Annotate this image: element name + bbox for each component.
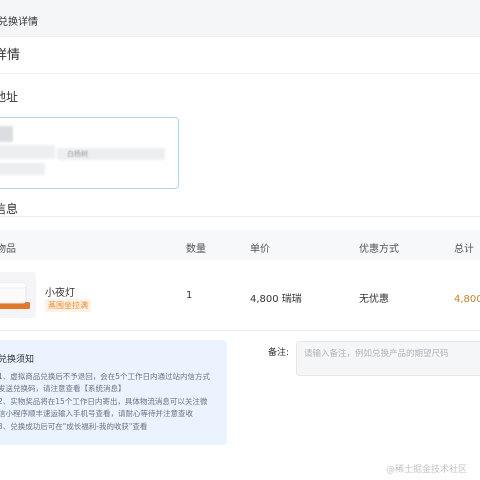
address-blur-block (0, 145, 55, 159)
top-bar-title: 兑换详情 (0, 17, 38, 28)
divider (0, 330, 480, 331)
table-header (0, 230, 480, 260)
product-thumbnail (0, 272, 36, 318)
product-unit-price: 4,800 瑞瑞 (250, 294, 302, 305)
column-header-item: 物品 (0, 244, 16, 255)
column-header-quantity: 数量 (186, 244, 206, 255)
notice-line: 1、虚拟商品兑换后不予退回，会在5个工作日内通过站内信方式 (0, 372, 211, 381)
remark-label: 备注: (268, 348, 290, 358)
product-quantity: 1 (186, 290, 193, 301)
address-blur-block (0, 126, 13, 142)
address-blur-block (0, 163, 45, 175)
product-name: 小夜灯 (45, 288, 75, 299)
product-discount: 无优惠 (359, 294, 389, 305)
product-section-label: 信息 (0, 202, 19, 216)
remark-input[interactable]: 请输入备注，例如兑换产品的期望尺码 (296, 341, 480, 376)
address-blurred-text: 白杨树 (67, 150, 88, 158)
notice-line: 2、实物奖品将在15个工作日内寄出，具体物流消息可以关注微 (0, 397, 208, 406)
address-card[interactable]: 白杨树 (0, 117, 179, 189)
page-heading: 详情 (0, 48, 21, 63)
product-total: 4,800瑞 (454, 294, 480, 305)
divider (0, 216, 480, 217)
column-header-total: 总计 (454, 244, 474, 255)
notice-line: 信小程序顺丰速运输入手机号查看，请耐心等待并注意查收 (0, 409, 193, 418)
address-section-label: 地址 (0, 90, 19, 104)
notice-line: 3、兑换成功后可在"成长福利-我的收获"查看 (0, 422, 148, 431)
divider (0, 73, 480, 74)
watermark: @稀土掘金技术社区 (386, 465, 468, 475)
notice-line: 发送兑换码，请注意查看【系统消息】 (0, 384, 126, 393)
notice-title: 兑换须知 (0, 355, 35, 365)
product-tag: 蒸围坐拉满 (45, 299, 91, 312)
top-bar (0, 0, 480, 37)
column-header-discount: 优惠方式 (359, 244, 399, 255)
column-header-unit-price: 单价 (250, 244, 270, 255)
